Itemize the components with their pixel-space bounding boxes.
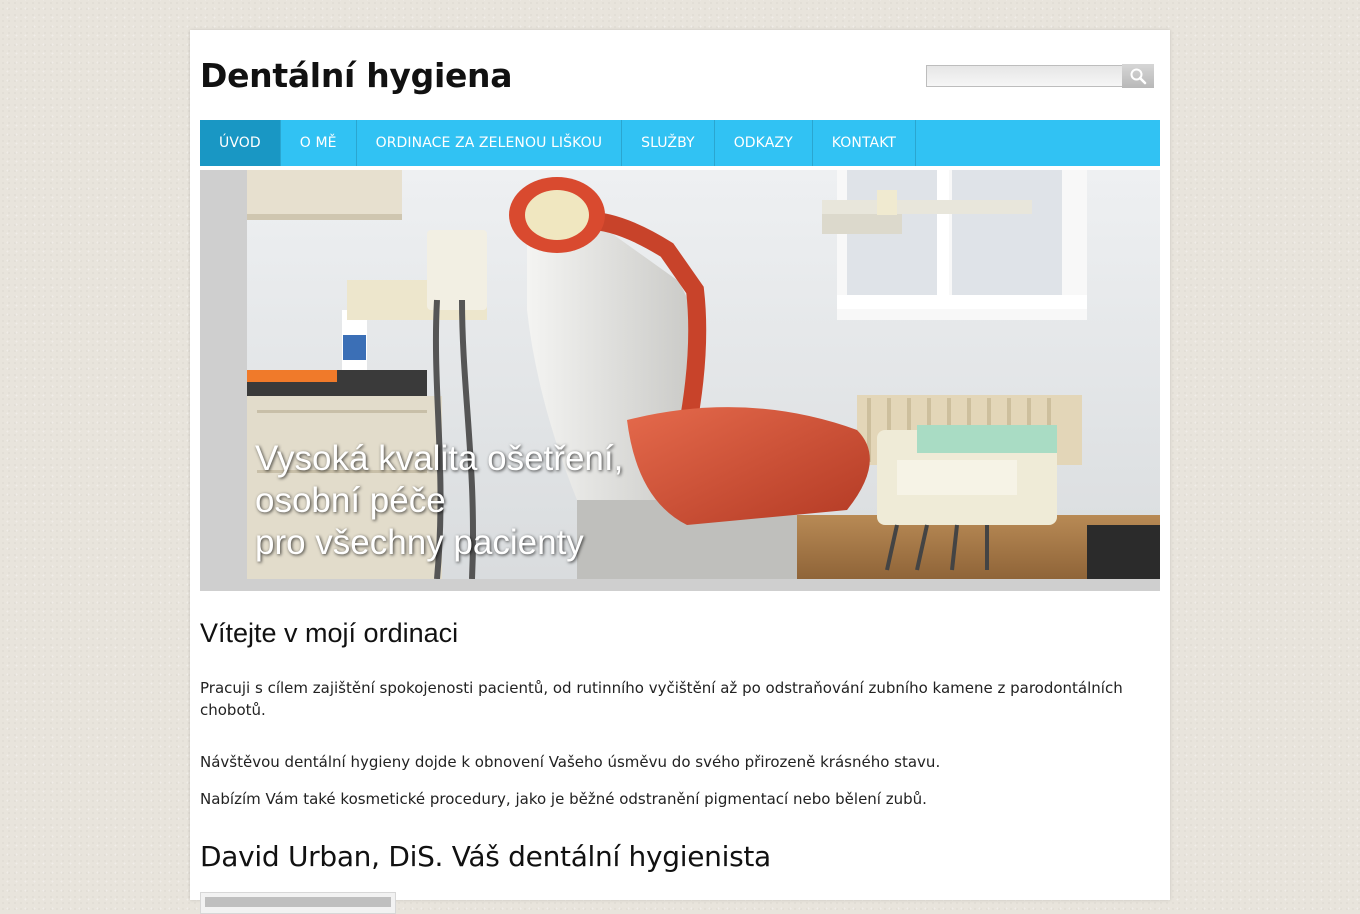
nav-item-kontakt[interactable]: KONTAKT	[813, 120, 917, 166]
search-button[interactable]	[1122, 64, 1154, 88]
hygienist-heading: David Urban, DiS. Váš dentální hygienist…	[200, 840, 771, 873]
main-nav: ÚVOD O MĚ ORDINACE ZA ZELENOU LIŠKOU SLU…	[200, 120, 1160, 166]
hero-slider: Vysoká kvalita ošetření, osobní péče pro…	[200, 170, 1160, 591]
nav-item-uvod[interactable]: ÚVOD	[200, 120, 281, 166]
intro-paragraph: Pracuji s cílem zajištění spokojenosti p…	[200, 679, 1123, 719]
nav-item-sluzby[interactable]: SLUŽBY	[622, 120, 715, 166]
hero-caption-line: pro všechny pacienty	[255, 523, 584, 562]
nav-item-odkazy[interactable]: ODKAZY	[715, 120, 813, 166]
nav-item-ordinace[interactable]: ORDINACE ZA ZELENOU LIŠKOU	[357, 120, 623, 166]
hero-caption-line: osobní péče	[255, 481, 446, 520]
search-icon	[1130, 68, 1147, 85]
search-form	[926, 64, 1156, 89]
intro-paragraph: Návštěvou dentální hygieny dojde k obnov…	[200, 753, 941, 771]
site-title[interactable]: Dentální hygiena	[200, 56, 513, 95]
nav-item-o-me[interactable]: O MĚ	[281, 120, 357, 166]
hero-caption: Vysoká kvalita ošetření, osobní péče pro…	[255, 438, 623, 564]
hero-image: Vysoká kvalita ošetření, osobní péče pro…	[247, 170, 1160, 579]
hero-caption-line: Vysoká kvalita ošetření,	[255, 439, 624, 478]
intro-paragraph: Nabízím Vám také kosmetické procedury, j…	[200, 790, 927, 808]
hygienist-photo	[200, 892, 396, 914]
search-input[interactable]	[926, 65, 1122, 87]
page-container: Dentální hygiena ÚVOD O MĚ ORDINACE ZA Z…	[190, 30, 1170, 914]
welcome-heading: Vítejte v mojí ordinaci	[200, 618, 459, 648]
